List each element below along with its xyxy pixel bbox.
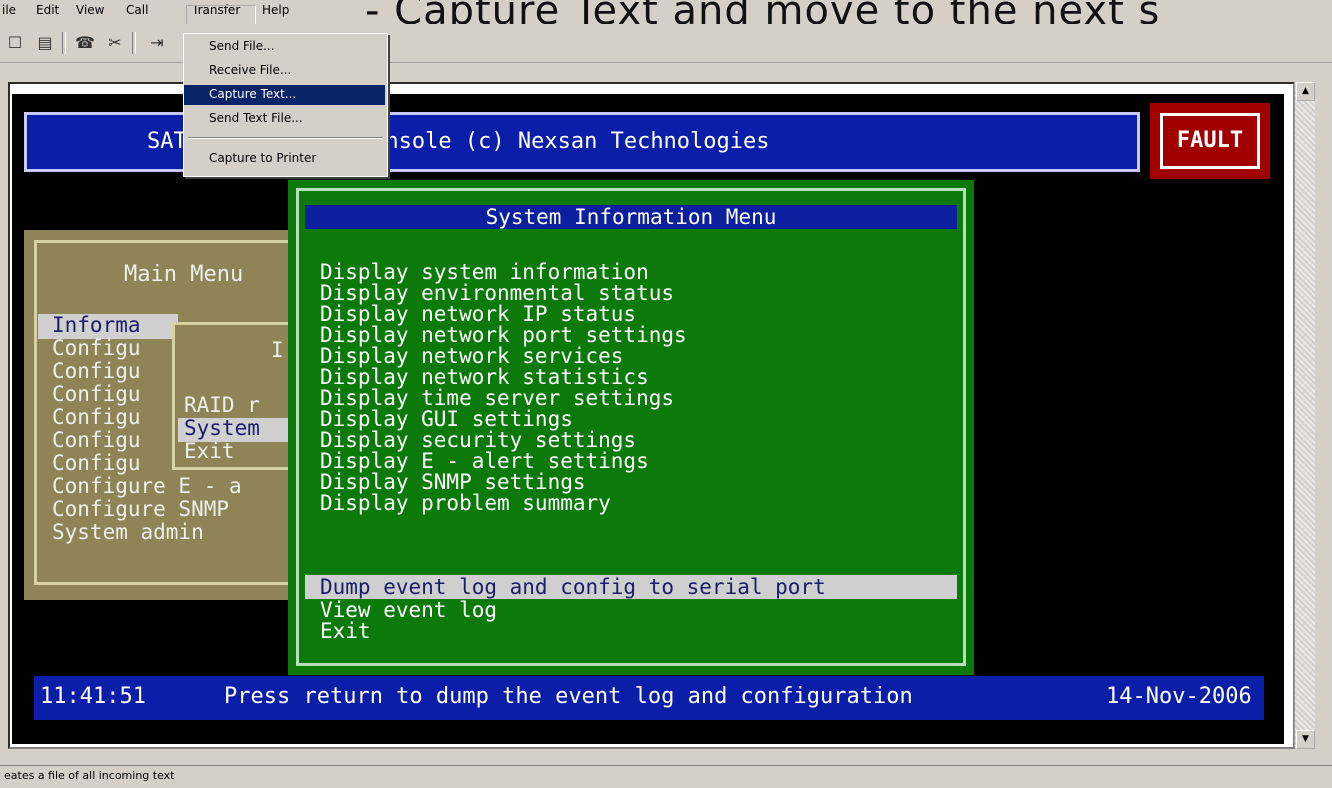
system-info-item[interactable]: View event log — [320, 600, 497, 621]
system-info-item[interactable]: Display network services — [320, 346, 623, 367]
system-information-menu-title: System Information Menu — [305, 205, 957, 229]
scroll-down-button[interactable]: ▼ — [1296, 730, 1315, 749]
system-info-item[interactable]: Display SNMP settings — [320, 472, 586, 493]
dropdown-separator — [188, 137, 383, 139]
system-info-item[interactable]: Display GUI settings — [320, 409, 573, 430]
fault-indicator: FAULT — [1150, 103, 1270, 179]
dropdown-item-capture-text[interactable]: Capture Text... — [184, 85, 385, 105]
system-info-item[interactable]: Display network port settings — [320, 325, 687, 346]
transfer-menu-open-indicator — [186, 5, 256, 25]
dropdown-item-send-text-file[interactable]: Send Text File... — [184, 109, 385, 129]
terminal-status-line: 11:41:51 Press return to dump the event … — [34, 676, 1264, 720]
toolbar-separator — [132, 32, 136, 54]
send-icon[interactable]: ⇥ — [146, 32, 168, 54]
system-info-item[interactable]: Display problem summary — [320, 493, 611, 514]
menu-file[interactable]: ile — [2, 3, 16, 17]
new-icon[interactable]: ☐ — [4, 32, 26, 54]
fault-label: FAULT — [1160, 113, 1260, 169]
menu-edit[interactable]: Edit — [36, 3, 59, 17]
status-text: eates a file of all incoming text — [4, 769, 175, 782]
system-info-items: Display system information Display envir… — [0, 262, 974, 662]
terminal-time: 11:41:51 — [40, 684, 146, 709]
menu-view[interactable]: View — [76, 3, 104, 17]
menu-help[interactable]: Help — [262, 3, 289, 17]
disconnect-icon[interactable]: ✂ — [104, 32, 126, 54]
system-info-item[interactable]: Display environmental status — [320, 283, 674, 304]
menu-call[interactable]: Call — [126, 3, 148, 17]
status-bar: eates a file of all incoming text — [0, 765, 1332, 788]
system-info-item[interactable]: Display network statistics — [320, 367, 649, 388]
dropdown-item-receive-file[interactable]: Receive File... — [184, 61, 385, 81]
terminal-prompt-message: Press return to dump the event log and c… — [224, 684, 913, 709]
system-info-item[interactable]: Display time server settings — [320, 388, 674, 409]
transfer-dropdown-menu: Send File... Receive File... Capture Tex… — [183, 33, 388, 177]
dial-icon[interactable]: ☎ — [74, 32, 96, 54]
terminal-date: 14-Nov-2006 — [1106, 684, 1252, 709]
toolbar-separator — [62, 32, 66, 54]
system-info-item[interactable]: Display E - alert settings — [320, 451, 649, 472]
scroll-up-button[interactable]: ▲ — [1296, 82, 1315, 101]
system-info-item[interactable]: Display network IP status — [320, 304, 636, 325]
dropdown-item-send-file[interactable]: Send File... — [184, 37, 385, 57]
vertical-scrollbar[interactable]: ▲ ▼ — [1294, 82, 1315, 749]
system-info-item[interactable]: Display security settings — [320, 430, 636, 451]
system-info-item[interactable]: Exit — [320, 621, 371, 642]
system-info-item-selected[interactable]: Dump event log and config to serial port — [320, 577, 826, 598]
open-icon[interactable]: ▤ — [34, 32, 56, 54]
system-info-item[interactable]: Display system information — [320, 262, 649, 283]
dropdown-item-capture-to-printer[interactable]: Capture to Printer — [184, 149, 385, 169]
